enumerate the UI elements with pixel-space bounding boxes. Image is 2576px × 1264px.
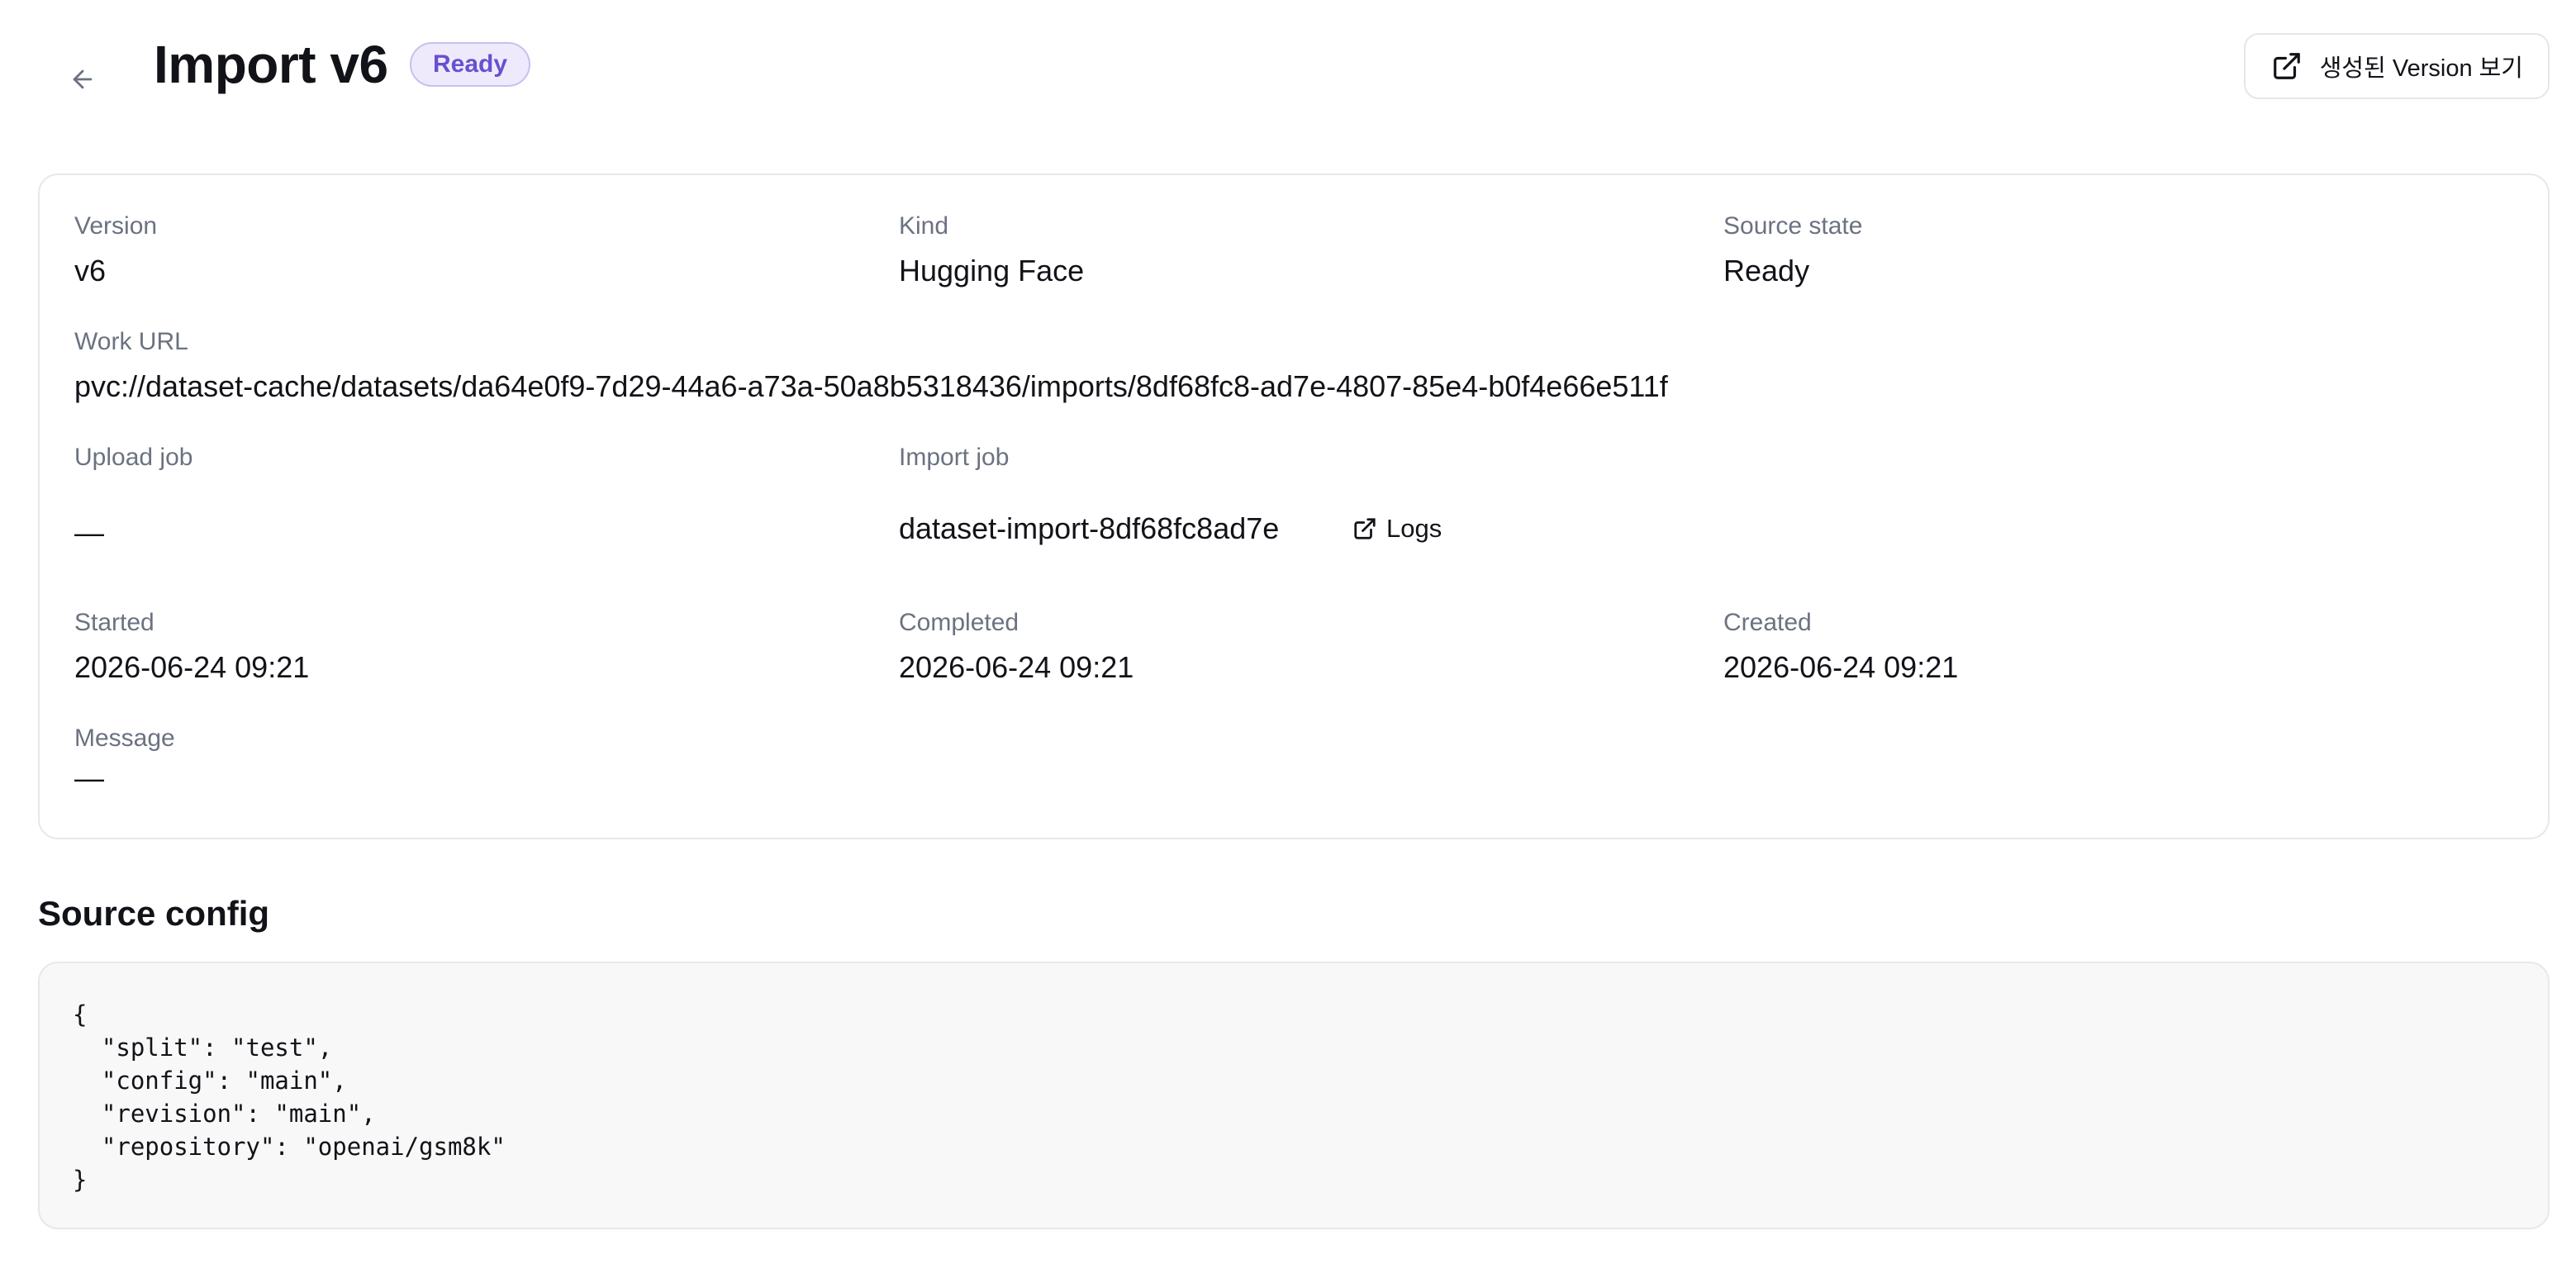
import-job-label: Import job [899,444,1010,471]
arrow-left-icon [69,65,97,97]
kind-value: Hugging Face [899,254,1085,287]
logs-link[interactable]: Logs [1352,512,1442,545]
source-state-label: Source state [1723,212,1863,240]
created-value: 2026-06-24 09:21 [1723,650,1959,684]
message-label: Message [74,725,175,752]
message-value: — [74,761,104,795]
import-job-value: dataset-import-8df68fc8ad7e [899,511,1280,545]
page-title: Import v6 [154,35,388,94]
work-url-value: pvc://dataset-cache/datasets/da64e0f9-7d… [74,369,1668,403]
external-link-icon [2270,50,2303,83]
back-button[interactable] [59,58,106,104]
source-config-title: Source config [38,894,270,933]
completed-label: Completed [899,609,1019,636]
page-header: Import v6 Ready 생성된 Version 보기 [0,0,2576,132]
external-link-icon [1352,516,1378,542]
source-state-value: Ready [1723,254,1810,287]
version-value: v6 [74,254,107,287]
work-url-label: Work URL [74,328,188,355]
kind-label: Kind [899,212,949,240]
view-created-version-label: 생성된 Version 보기 [2319,55,2523,82]
source-config-code-block: { "split": "test", "config": "main", "re… [38,962,2550,1229]
version-label: Version [74,212,158,240]
import-details-card: Version v6 Kind Hugging Face Source stat… [38,173,2550,839]
started-label: Started [74,609,154,636]
upload-job-value: — [74,516,104,549]
created-label: Created [1723,609,1812,636]
upload-job-label: Upload job [74,444,193,471]
started-value: 2026-06-24 09:21 [74,650,310,684]
view-created-version-button[interactable]: 생성된 Version 보기 [2243,33,2550,99]
status-badge: Ready [410,42,531,87]
logs-label: Logs [1386,514,1442,543]
completed-value: 2026-06-24 09:21 [899,650,1134,684]
source-config-json: { "split": "test", "config": "main", "re… [73,1000,506,1194]
